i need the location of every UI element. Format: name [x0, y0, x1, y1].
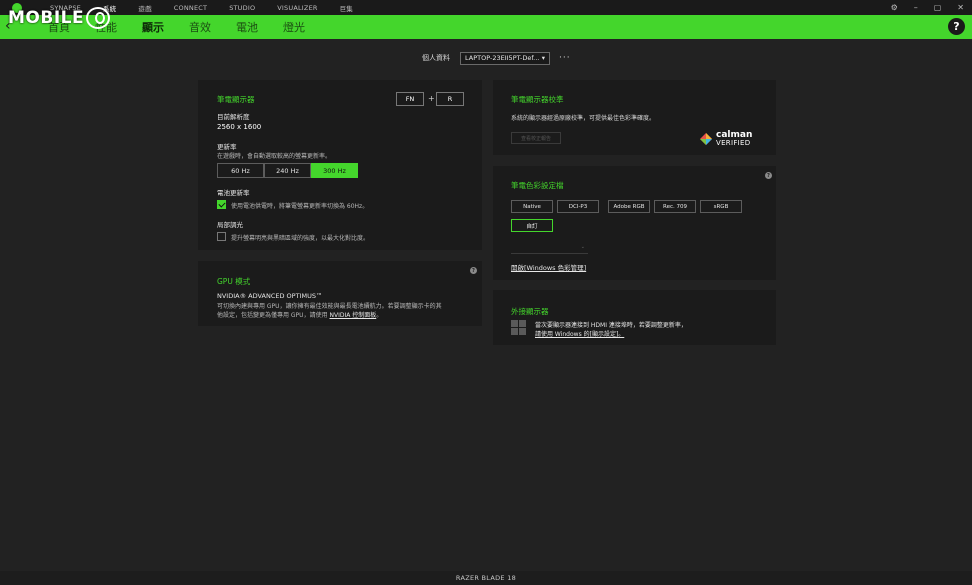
- external-display-title: 外接顯示器: [511, 307, 549, 316]
- color-option-native[interactable]: Native: [511, 200, 553, 213]
- shortcut-key-fn: FN: [396, 92, 424, 106]
- close-icon[interactable]: ✕: [957, 3, 964, 12]
- window-controls: ⚙ – ▢ ✕: [891, 0, 964, 15]
- gpu-mode-desc-line1: 可切換內建與專用 GPU，讓你擁有最佳效能與最長電池續航力。若要調整顯示卡的其: [217, 303, 442, 310]
- chevron-down-icon: ⌄: [580, 244, 585, 250]
- tab-audio[interactable]: 音效: [189, 19, 211, 35]
- view-calibration-report-button[interactable]: 查看校正報告: [511, 132, 561, 144]
- laptop-display-card: 筆電顯示器 FN + R 目前解析度 2560 x 1600 更新率 在遊戲時，…: [198, 80, 482, 250]
- windows-color-management-link[interactable]: 開啟[Windows 色彩管理]: [511, 262, 586, 272]
- shortcut-plus: +: [428, 94, 435, 103]
- topnav-macros[interactable]: 巨集: [340, 3, 353, 13]
- profile-select[interactable]: LAPTOP-23EII5PT-Def... ▾: [460, 51, 550, 65]
- external-display-card: 外接顯示器 當次要顯示器連接到 HDMI 連接埠時，若要調整更新率， 請使用 W…: [493, 290, 776, 345]
- top-bar: SYNAPSE 系統 遊戲 CONNECT STUDIO VISUALIZER …: [0, 0, 972, 15]
- topnav-visualizer[interactable]: VISUALIZER: [277, 4, 317, 12]
- tab-display[interactable]: 顯示: [142, 19, 164, 35]
- color-profile-title: 筆電色彩設定檔: [511, 181, 564, 190]
- calibration-title: 筆電顯示器校準: [511, 95, 564, 104]
- local-dimming-checkbox[interactable]: [217, 232, 226, 241]
- device-name: RAZER BLADE 18: [455, 574, 517, 582]
- gpu-mode-card: ? GPU 模式 NVIDIA® ADVANCED OPTIMUS™ 可切換內建…: [198, 261, 482, 326]
- laptop-display-title: 筆電顯示器: [217, 95, 255, 104]
- calibration-desc: 系統的顯示器經過原廠校準，可提供最佳色彩準確度。: [511, 115, 656, 122]
- gpu-mode-desc-line2: 他設定，包括變更為僅專用 GPU，請使用 NVIDIA 控制面板。: [217, 312, 383, 319]
- footer: RAZER BLADE 18: [0, 571, 972, 585]
- chevron-down-icon: ▾: [541, 54, 545, 62]
- multi-monitor-icon: [511, 320, 526, 335]
- tab-lighting[interactable]: 燈光: [283, 19, 305, 35]
- local-dimming-desc: 提升螢幕明亮與黑暗區域的強度，以最大化對比度。: [231, 235, 370, 242]
- settings-gear-icon[interactable]: ⚙: [891, 3, 898, 12]
- refresh-option-60hz[interactable]: 60 Hz: [217, 163, 264, 178]
- topnav-studio[interactable]: STUDIO: [229, 4, 255, 12]
- refresh-option-240hz[interactable]: 240 Hz: [264, 163, 311, 178]
- refresh-rate-selector: 60 Hz 240 Hz 300 Hz: [217, 163, 358, 178]
- calman-logo-icon: [700, 133, 712, 145]
- battery-refresh-checkbox[interactable]: [217, 200, 226, 209]
- topnav-connect[interactable]: CONNECT: [174, 4, 207, 12]
- more-options-button[interactable]: ···: [559, 53, 571, 63]
- gpu-help-icon[interactable]: ?: [470, 267, 477, 274]
- refresh-option-300hz[interactable]: 300 Hz: [311, 163, 358, 178]
- refresh-rate-label: 更新率: [217, 143, 237, 151]
- color-option-srgb[interactable]: sRGB: [700, 200, 742, 213]
- topnav-games[interactable]: 遊戲: [138, 3, 151, 13]
- gpu-mode-title: GPU 模式: [217, 277, 251, 286]
- watermark-logo: MOBILE: [8, 7, 111, 29]
- color-option-adobe-rgb[interactable]: Adobe RGB: [608, 200, 650, 213]
- tab-battery[interactable]: 電池: [236, 19, 258, 35]
- sub-nav: ‹ 首頁 性能 顯示 音效 電池 燈光 ?: [0, 15, 972, 39]
- battery-refresh-label: 電池更新率: [217, 189, 250, 197]
- color-option-dci-p3[interactable]: DCI-P3: [557, 200, 599, 213]
- resolution-value: 2560 x 1600: [217, 123, 262, 131]
- color-option-rec709[interactable]: Rec. 709: [654, 200, 696, 213]
- local-dimming-label: 局部調光: [217, 221, 243, 229]
- resolution-label: 目前解析度: [217, 113, 250, 121]
- nvidia-control-panel-link[interactable]: NVIDIA 控制面板: [329, 312, 376, 319]
- custom-profile-dropdown[interactable]: ⌄: [511, 241, 588, 254]
- watermark-badge-icon: [86, 7, 111, 29]
- external-display-desc-line1: 當次要顯示器連接到 HDMI 連接埠時，若要調整更新率，: [535, 322, 687, 329]
- color-profile-card: ? 筆電色彩設定檔 Native DCI-P3 Adobe RGB Rec. 7…: [493, 166, 776, 280]
- display-settings-link[interactable]: 請使用 Windows 的[顯示設定]。: [535, 329, 624, 338]
- shortcut-key-r: R: [436, 92, 464, 106]
- profile-label: 個人資料: [422, 54, 450, 62]
- maximize-icon[interactable]: ▢: [934, 3, 942, 12]
- color-option-custom[interactable]: 自訂: [511, 219, 553, 232]
- refresh-rate-desc: 在遊戲時，會自動選取較高的螢幕更新率。: [217, 153, 332, 160]
- gpu-mode-subtitle: NVIDIA® ADVANCED OPTIMUS™: [217, 292, 323, 300]
- minimize-icon[interactable]: –: [914, 3, 918, 12]
- color-profile-help-icon[interactable]: ?: [765, 172, 772, 179]
- help-icon[interactable]: ?: [948, 18, 965, 35]
- calibration-card: 筆電顯示器校準 系統的顯示器經過原廠校準，可提供最佳色彩準確度。 查看校正報告 …: [493, 80, 776, 155]
- calman-verified-logo: calman VERIFIED: [700, 131, 752, 147]
- profile-row: 個人資料 LAPTOP-23EII5PT-Def... ▾ ···: [422, 51, 571, 65]
- battery-refresh-desc: 使用電池供電時，將筆電螢幕更新率切換為 60Hz。: [231, 203, 369, 210]
